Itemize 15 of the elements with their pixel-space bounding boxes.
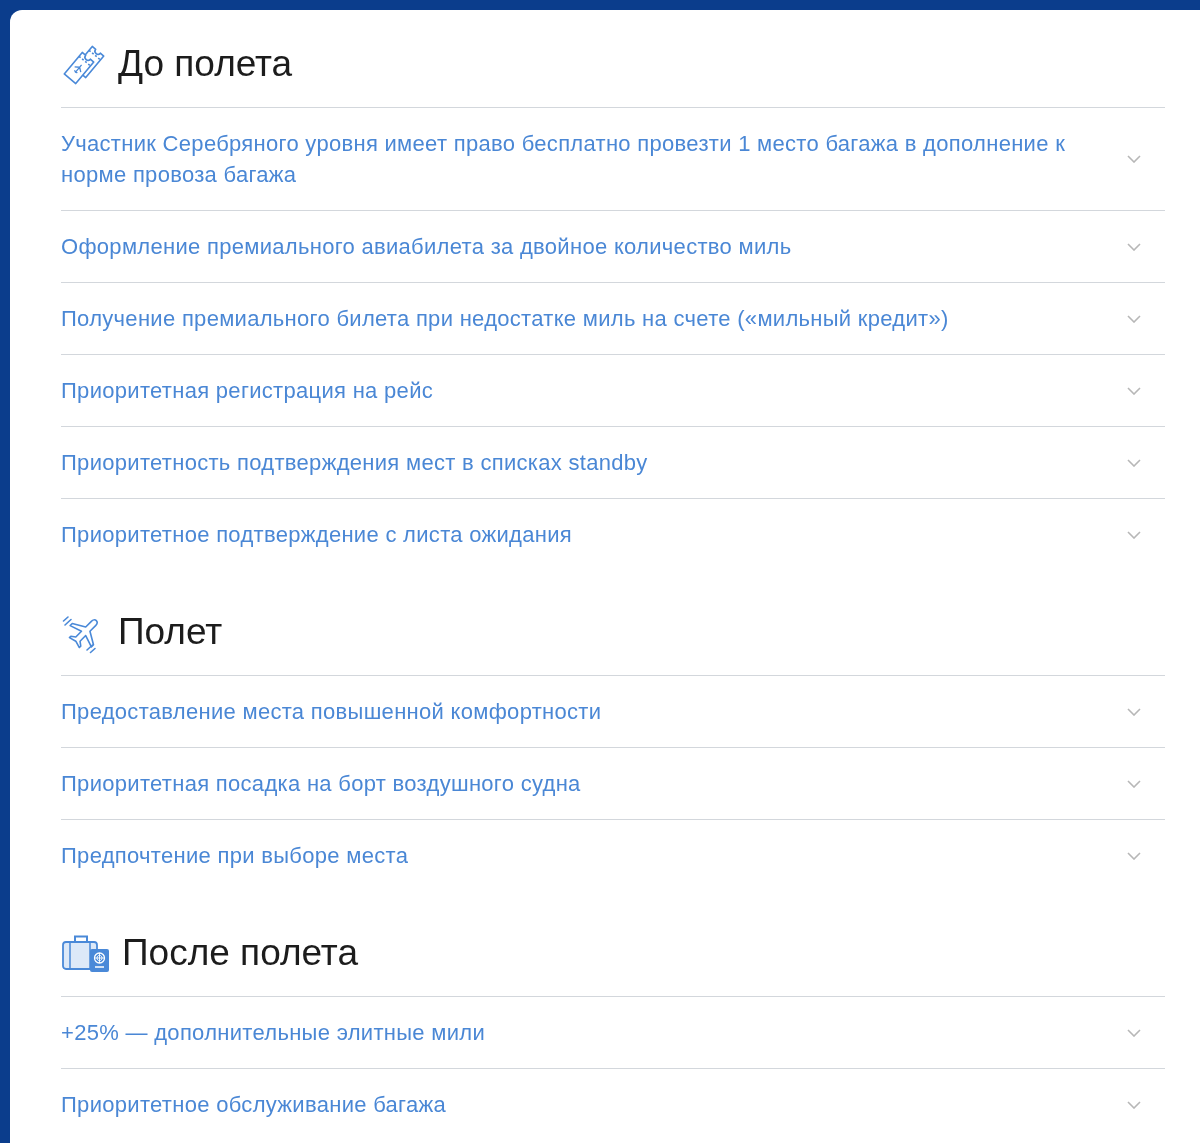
accordion-header[interactable]: Оформление премиального авиабилета за двойное количество миль <box>61 211 1165 283</box>
accordion-header[interactable]: Участник Серебряного уровня имеет право бесплатно провезти 1 место багажа в дополнение к норме провоза багажа <box>61 108 1165 211</box>
accordion-header[interactable]: Приоритетное подтверждение с листа ожидания <box>61 499 1165 570</box>
accordion-header[interactable]: Предпочтение при выборе места <box>61 820 1165 891</box>
section-heading: Полет <box>118 610 223 654</box>
suitcase-with-passport-icon <box>62 933 110 973</box>
accordion-header[interactable]: Предоставление места повышенной комфортности <box>61 676 1165 748</box>
accordion-header[interactable]: +25% — дополнительные элитные мили <box>61 997 1165 1069</box>
accordion-header[interactable]: Приоритетное обслуживание багажа <box>61 1069 1165 1140</box>
section-heading: До полета <box>118 42 293 86</box>
accordion-header[interactable]: Получение премиального билета при недостатке миль на счете («мильный кредит») <box>61 283 1165 355</box>
section-heading: После полета <box>122 931 358 975</box>
accordion-header[interactable]: Приоритетная регистрация на рейс <box>61 355 1165 427</box>
accordion-header[interactable]: Приоритетность подтверждения мест в списках standby <box>61 427 1165 499</box>
accordion-header[interactable]: Приоритетная посадка на борт воздушного судна <box>61 748 1165 820</box>
